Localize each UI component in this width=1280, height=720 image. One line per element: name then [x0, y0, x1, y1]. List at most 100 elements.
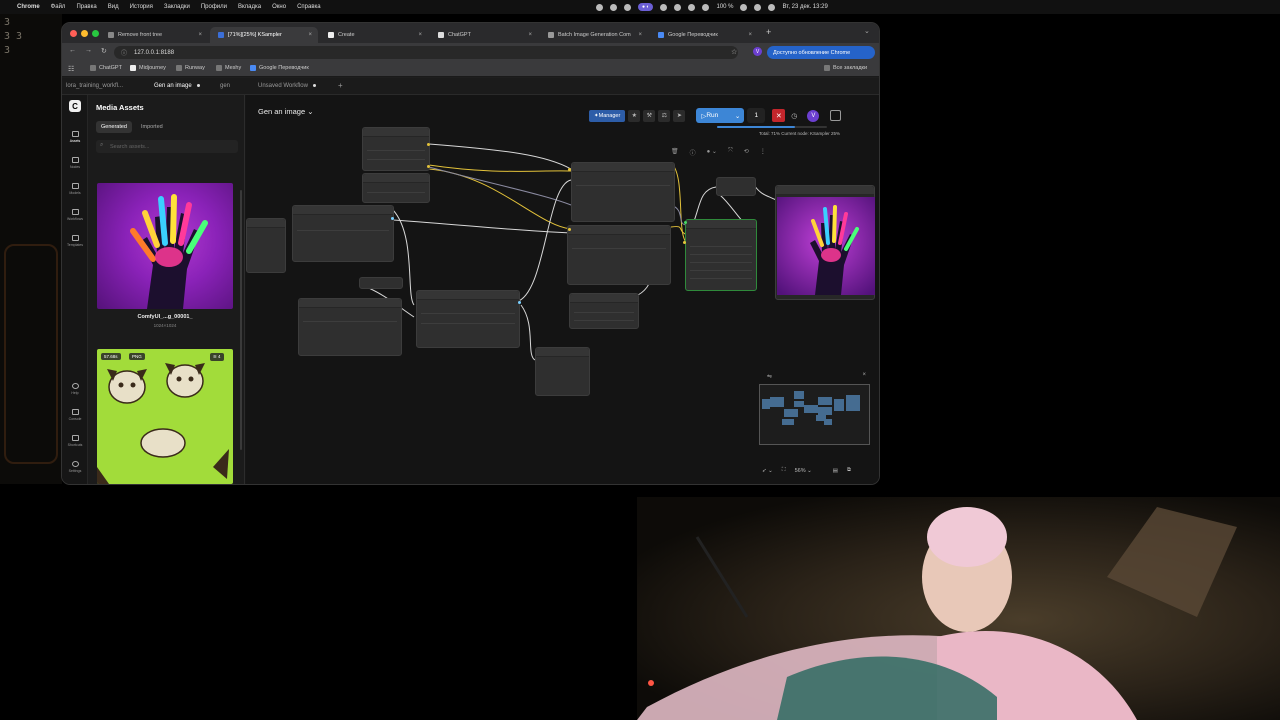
- profile-avatar[interactable]: V: [753, 47, 762, 56]
- menu-edit[interactable]: Правка: [76, 4, 96, 10]
- graph-node[interactable]: [571, 162, 675, 222]
- input-port[interactable]: [568, 168, 571, 171]
- battery-percent[interactable]: 100 %: [716, 4, 733, 10]
- workflow-tab[interactable]: lora_training_workfl...: [66, 83, 123, 89]
- menu-bookmarks[interactable]: Закладки: [164, 4, 190, 10]
- menu-tab[interactable]: Вкладка: [238, 4, 261, 10]
- workflow-tab[interactable]: gen: [220, 83, 230, 89]
- zoom-window-icon[interactable]: [92, 30, 99, 37]
- preview-image-node[interactable]: [775, 185, 875, 300]
- minimap-settings-icon[interactable]: ⇋: [767, 373, 772, 380]
- tab-search-icon[interactable]: ⌄: [864, 27, 870, 35]
- close-icon[interactable]: ×: [862, 372, 866, 378]
- assets-scrollbar[interactable]: [240, 190, 242, 450]
- close-tab-icon[interactable]: ×: [528, 32, 532, 38]
- input-port[interactable]: [683, 241, 686, 244]
- workflow-tab[interactable]: Unsaved Workflow: [258, 83, 316, 89]
- status-icon[interactable]: [596, 3, 603, 11]
- site-info-icon[interactable]: ⓘ: [121, 48, 127, 57]
- graph-node[interactable]: [535, 347, 590, 396]
- bookmark-item[interactable]: Midjourney: [130, 65, 166, 71]
- apps-grid-icon[interactable]: ☷: [68, 65, 74, 73]
- refresh-icon[interactable]: ⟲: [744, 148, 749, 157]
- status-icon[interactable]: [702, 3, 710, 11]
- new-workflow-icon[interactable]: +: [338, 81, 343, 90]
- input-port[interactable]: [568, 228, 571, 231]
- browser-tab[interactable]: Google Переводчик ×: [650, 27, 758, 43]
- color-picker-icon[interactable]: ● ⌄: [707, 148, 717, 157]
- user-avatar[interactable]: V: [807, 109, 820, 122]
- all-bookmarks[interactable]: Все закладки: [824, 65, 867, 71]
- sidebar-item-shortcuts[interactable]: Shortcuts: [62, 435, 88, 447]
- comfyui-logo[interactable]: C: [69, 100, 81, 112]
- toggle-panel-icon[interactable]: [830, 110, 842, 121]
- sidebar-item-console[interactable]: Console: [62, 409, 88, 421]
- menu-view[interactable]: Вид: [108, 4, 119, 10]
- sidebar-item-models[interactable]: Models: [62, 183, 88, 195]
- browser-tab[interactable]: Remove front tree ×: [100, 27, 208, 43]
- chrome-update-button[interactable]: Доступно обновление Chrome: [767, 46, 875, 59]
- minimize-window-icon[interactable]: [81, 30, 88, 37]
- graph-node[interactable]: [567, 225, 671, 285]
- browser-tab[interactable]: ChatGPT ×: [430, 27, 538, 43]
- minimap-toggle-icon[interactable]: ▤: [833, 468, 838, 474]
- graph-node[interactable]: [362, 173, 430, 203]
- output-port[interactable]: [427, 143, 430, 146]
- close-tab-icon[interactable]: ×: [748, 32, 752, 38]
- menu-help[interactable]: Справка: [297, 4, 321, 10]
- asset-thumbnail[interactable]: [97, 183, 233, 309]
- graph-node[interactable]: [292, 205, 394, 262]
- browser-tab[interactable]: Create ×: [320, 27, 428, 43]
- workflow-tab-active[interactable]: Gen an image: [154, 83, 200, 89]
- minimap[interactable]: [759, 384, 870, 445]
- more-icon[interactable]: ⋮: [760, 148, 766, 157]
- headphones-icon[interactable]: [688, 3, 696, 11]
- status-icon[interactable]: [674, 3, 682, 11]
- reload-icon[interactable]: ↻: [101, 47, 107, 55]
- paperplane-icon[interactable]: ➤: [673, 109, 686, 122]
- status-icon[interactable]: [610, 3, 617, 11]
- graph-node[interactable]: [416, 290, 520, 348]
- tab-generated[interactable]: Generated: [96, 121, 132, 133]
- back-icon[interactable]: ←: [69, 47, 76, 54]
- graph-node[interactable]: [569, 293, 639, 329]
- wifi-icon[interactable]: [754, 3, 762, 11]
- run-button[interactable]: ▷ Run ⌄: [696, 108, 745, 123]
- bookmark-item[interactable]: Runway: [176, 65, 205, 71]
- tab-imported[interactable]: Imported: [136, 121, 168, 133]
- cancel-run-button[interactable]: ✕: [772, 109, 786, 122]
- sidebar-item-help[interactable]: Help: [62, 383, 88, 395]
- star-icon[interactable]: ★: [628, 109, 641, 122]
- tool-icon[interactable]: ⚒: [643, 109, 656, 122]
- close-tab-icon[interactable]: ×: [308, 32, 312, 38]
- menu-window[interactable]: Окно: [272, 4, 286, 10]
- browser-tab-active[interactable]: [71%][25%] KSampler ×: [210, 27, 318, 43]
- cursor-tool-icon[interactable]: ➶ ⌄: [762, 468, 773, 474]
- output-port[interactable]: [427, 165, 430, 168]
- browser-tab[interactable]: Batch Image Generation Com ×: [540, 27, 648, 43]
- new-tab-icon[interactable]: +: [766, 27, 771, 37]
- input-port[interactable]: [684, 221, 687, 224]
- close-tab-icon[interactable]: ×: [418, 32, 422, 38]
- bookmark-item[interactable]: Google Переводчик: [250, 65, 309, 71]
- sidebar-item-workflows[interactable]: Workflows: [62, 209, 88, 221]
- link-visibility-icon[interactable]: ⧉: [847, 467, 851, 474]
- ksampler-node-running[interactable]: [685, 219, 757, 291]
- menubar-clock[interactable]: Вт, 23 дек. 13:29: [782, 4, 827, 10]
- bookmark-item[interactable]: Meshy: [216, 65, 241, 71]
- sidebar-item-settings[interactable]: Settings: [62, 461, 88, 473]
- sidebar-item-assets[interactable]: Assets: [62, 131, 88, 143]
- graph-node-collapsed[interactable]: [359, 277, 403, 289]
- bookmark-star-icon[interactable]: ☆: [731, 48, 737, 56]
- chevron-down-icon[interactable]: ⌄: [735, 112, 740, 120]
- bypass-icon[interactable]: ⤧: [728, 148, 733, 157]
- status-icon[interactable]: [660, 3, 668, 11]
- trash-icon[interactable]: 🗑: [671, 148, 679, 157]
- control-center-icon[interactable]: [768, 3, 776, 11]
- queue-history-icon[interactable]: ◷: [788, 110, 800, 122]
- asset-thumbnail[interactable]: 57.68s PNG ≋ 4: [97, 349, 233, 484]
- output-port[interactable]: [391, 217, 394, 220]
- assets-search-input[interactable]: ⌕ Search assets...: [96, 140, 238, 153]
- address-bar[interactable]: ⓘ 127.0.0.1:8188: [114, 46, 738, 59]
- manager-button[interactable]: ✦ Manager: [589, 109, 626, 122]
